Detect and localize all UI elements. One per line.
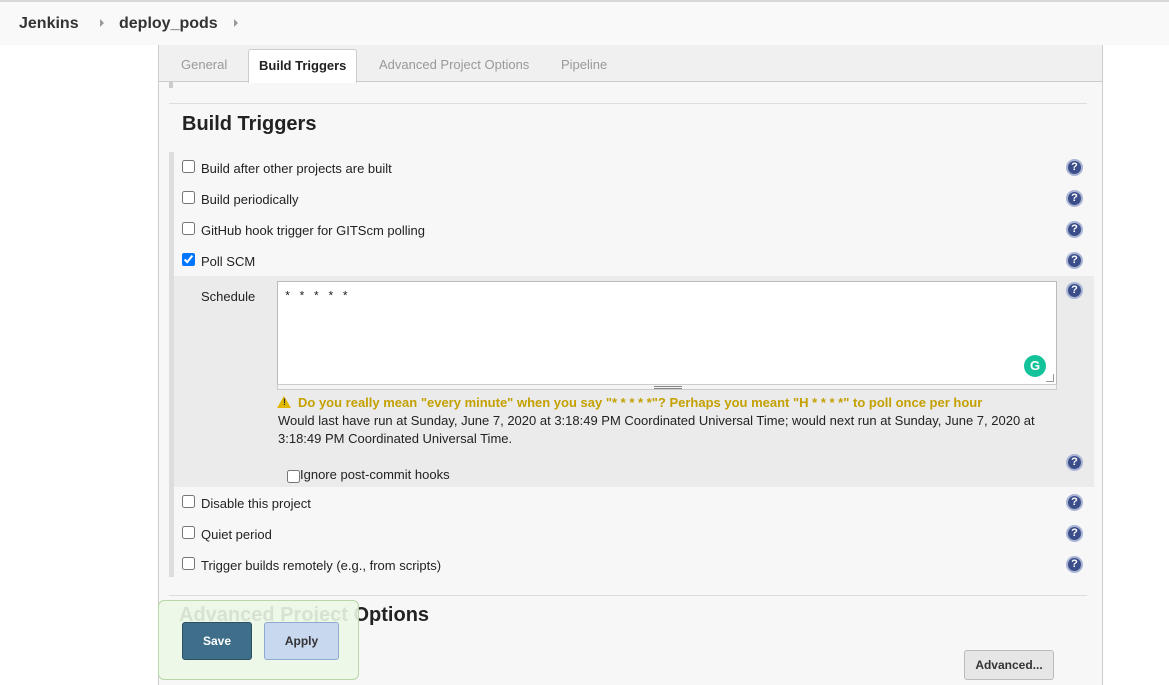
- help-icon[interactable]: ?: [1066, 525, 1083, 542]
- help-icon[interactable]: ?: [1066, 252, 1083, 269]
- config-tabbar: General Build Triggers Advanced Project …: [159, 45, 1102, 83]
- section-grip: [169, 82, 173, 88]
- help-icon[interactable]: ?: [1066, 159, 1083, 176]
- breadcrumb-jenkins[interactable]: Jenkins: [19, 15, 79, 33]
- apply-button[interactable]: Apply: [264, 622, 339, 660]
- label-build-periodically: Build periodically: [201, 192, 299, 207]
- help-icon[interactable]: ?: [1066, 190, 1083, 207]
- save-button[interactable]: Save: [182, 622, 252, 660]
- label-trigger-builds-remotely: Trigger builds remotely (e.g., from scri…: [201, 558, 442, 573]
- section-divider: [169, 595, 1087, 596]
- schedule-label: Schedule: [201, 289, 256, 304]
- help-icon[interactable]: ?: [1066, 282, 1083, 299]
- textarea-resize-handle[interactable]: [277, 384, 1057, 390]
- help-icon[interactable]: ?: [1066, 454, 1083, 471]
- help-icon[interactable]: ?: [1066, 494, 1083, 511]
- advanced-button[interactable]: Advanced...: [964, 650, 1054, 680]
- warning-mark: !: [283, 397, 286, 407]
- tab-build-triggers[interactable]: Build Triggers: [248, 49, 358, 83]
- grammarly-icon[interactable]: G: [1024, 355, 1046, 377]
- checkbox-trigger-builds-remotely[interactable]: [182, 557, 195, 570]
- checkbox-ignore-post-commit-hooks[interactable]: [287, 470, 300, 483]
- poll-scm-subpanel: Schedule G ? ! Do you really mean "every…: [174, 276, 1094, 487]
- label-quiet-period: Quiet period: [201, 527, 272, 542]
- tab-pipeline[interactable]: Pipeline: [561, 57, 607, 72]
- label-ignore-post-commit-hooks: Ignore post-commit hooks: [300, 467, 450, 482]
- checkbox-quiet-period[interactable]: [182, 526, 195, 539]
- schedule-info: Would last have run at Sunday, June 7, 2…: [278, 413, 1035, 446]
- checkbox-disable-project[interactable]: [182, 495, 195, 508]
- help-icon[interactable]: ?: [1066, 556, 1083, 573]
- config-panel: General Build Triggers Advanced Project …: [158, 45, 1103, 685]
- checkbox-build-after-other-projects[interactable]: [182, 160, 195, 173]
- save-apply-bar: Save Apply: [158, 600, 359, 680]
- checkbox-build-periodically[interactable]: [182, 191, 195, 204]
- label-poll-scm: Poll SCM: [201, 254, 256, 269]
- section-title-build-triggers: Build Triggers: [182, 113, 317, 135]
- checkbox-github-hook-trigger[interactable]: [182, 222, 195, 235]
- schedule-warning: Do you really mean "every minute" when y…: [298, 395, 983, 410]
- tab-advanced-project-options[interactable]: Advanced Project Options: [379, 57, 529, 72]
- breadcrumb-project[interactable]: deploy_pods: [119, 15, 218, 33]
- label-github-hook-trigger: GitHub hook trigger for GITScm polling: [201, 223, 425, 238]
- help-icon[interactable]: ?: [1066, 221, 1083, 238]
- schedule-textarea[interactable]: [277, 281, 1057, 385]
- breadcrumb-chevron-icon[interactable]: [234, 19, 238, 27]
- breadcrumb-chevron-icon[interactable]: [100, 19, 104, 27]
- label-disable-project: Disable this project: [201, 496, 311, 511]
- breadcrumb: Jenkins deploy_pods: [0, 0, 1169, 45]
- textarea-resize-corner-icon[interactable]: [1046, 374, 1054, 382]
- resize-grip-icon: [654, 386, 682, 389]
- label-build-after-other-projects: Build after other projects are built: [201, 161, 392, 176]
- tab-general[interactable]: General: [181, 57, 227, 72]
- checkbox-poll-scm[interactable]: [182, 253, 195, 266]
- section-divider: [169, 103, 1087, 104]
